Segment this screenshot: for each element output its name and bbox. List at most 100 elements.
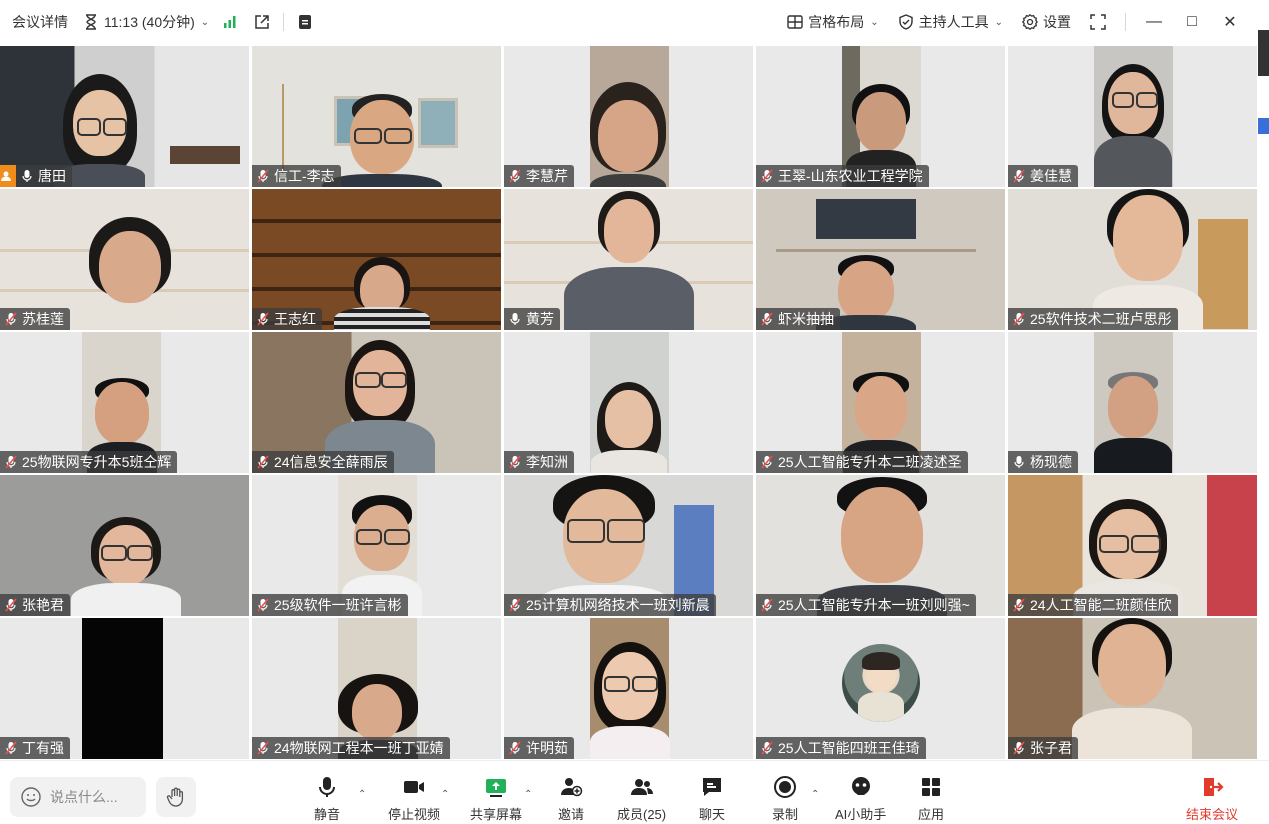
video-tile[interactable]: 24物联网工程本一班丁亚婧 [252,618,501,759]
avatar [842,644,920,722]
video-tile[interactable]: 姜佳慧 [1008,46,1257,187]
signal-strength-icon[interactable] [221,13,239,31]
members-icon [630,779,653,795]
mic-muted-icon [257,312,269,326]
participant-name: 黄芳 [526,311,554,327]
divider [283,13,285,31]
chevron-down-icon: ⌄ [870,16,879,28]
mute-button[interactable]: 静音 [314,775,340,823]
raise-hand-button[interactable] [156,777,196,817]
grid-layout-icon [787,15,803,29]
participant-namebar: 张艳君 [0,594,70,616]
chat-icon [703,778,721,796]
apps-button[interactable]: 应用 [918,775,944,823]
video-grid: 唐田 信工-李志 李慧芹 王翠-山东农业工程学院 姜佳慧 苏桂莲 王志红 黄芳 … [0,46,1258,759]
layout-label: 宫格布局 [808,14,865,30]
mic-muted-icon [509,169,521,183]
host-tools-button[interactable]: 主持人工具 ⌄ [897,12,1003,32]
video-tile[interactable]: 张艳君 [0,475,249,616]
add-user-icon [561,778,583,797]
participant-name: 24人工智能二班颜佳欣 [1030,597,1172,613]
participant-namebar: 张子君 [1008,737,1078,759]
participant-namebar: 杨现德 [1008,451,1078,473]
participant-namebar: 25人工智能四班王佳琦 [756,737,926,759]
chevron-down-icon: ⌄ [200,16,210,28]
video-tile[interactable]: 黄芳 [504,189,753,330]
mic-muted-icon [1013,741,1025,755]
chat-button[interactable]: 聊天 [699,775,725,823]
chevron-up-icon[interactable]: ⌃ [524,789,532,800]
video-tile[interactable]: 张子君 [1008,618,1257,759]
participant-name: 李慧芹 [526,168,568,184]
popout-icon[interactable] [253,13,271,31]
participant-namebar: 25级软件一班许言彬 [252,594,408,616]
participant-name: 24信息安全薛雨辰 [274,454,388,470]
mic-muted-icon [761,455,773,469]
stop-video-button[interactable]: 停止视频 [388,775,440,823]
participant-name: 王志红 [274,311,316,327]
video-tile[interactable]: 25人工智能专升本一班刘则强~ [756,475,1005,616]
video-tile[interactable]: 24信息安全薛雨辰 [252,332,501,473]
meeting-details-button[interactable]: 会议详情 [12,12,68,32]
mic-muted-icon [1013,169,1025,183]
meeting-timer[interactable]: 11:13 (40分钟) ⌄ [82,12,209,32]
notes-icon[interactable] [296,13,314,31]
participant-name: 苏桂莲 [22,311,64,327]
video-tile[interactable]: 25软件技术二班卢思彤 [1008,189,1257,330]
mic-muted-icon [257,741,269,755]
close-button[interactable]: ✕ [1220,12,1240,32]
fullscreen-icon[interactable] [1089,13,1107,31]
share-screen-button[interactable]: 共享屏幕 [470,775,522,823]
participant-name: 25人工智能专升本一班刘则强~ [778,597,970,613]
mic-muted-icon [257,169,269,183]
video-tile[interactable]: 丁有强 [0,618,249,759]
video-tile[interactable]: 24人工智能二班颜佳欣 [1008,475,1257,616]
participant-name: 张子君 [1030,740,1072,756]
settings-button[interactable]: 设置 [1021,12,1071,32]
mic-muted-icon [761,741,773,755]
video-tile[interactable]: 25级软件一班许言彬 [252,475,501,616]
participant-namebar: 24物联网工程本一班丁亚婧 [252,737,450,759]
video-tile[interactable]: 虾米抽抽 [756,189,1005,330]
video-tile[interactable]: 25人工智能专升本二班凌述圣 [756,332,1005,473]
video-tile[interactable]: 李知洲 [504,332,753,473]
video-tile[interactable]: 许明茹 [504,618,753,759]
video-tile[interactable]: 杨现德 [1008,332,1257,473]
participant-namebar: 李知洲 [504,451,574,473]
video-tile[interactable]: 王志红 [252,189,501,330]
invite-button[interactable]: 邀请 [558,775,584,823]
minimize-button[interactable]: — [1144,13,1164,31]
participant-name: 25人工智能专升本二班凌述圣 [778,454,962,470]
chevron-up-icon[interactable]: ⌃ [358,789,366,800]
host-badge-icon [0,165,16,187]
ai-assistant-button[interactable]: AI小助手 [835,775,886,823]
participant-name: 姜佳慧 [1030,168,1072,184]
members-button[interactable]: 成员(25) [617,775,666,823]
chat-quick-input[interactable]: 说点什么... [10,777,146,817]
end-meeting-button[interactable]: 结束会议 [1186,775,1238,823]
video-tile[interactable]: 李慧芹 [504,46,753,187]
maximize-button[interactable]: □ [1182,13,1202,31]
host-tools-label: 主持人工具 [918,14,989,30]
video-tile[interactable]: 信工-李志 [252,46,501,187]
layout-button[interactable]: 宫格布局 ⌄ [786,12,879,32]
chevron-up-icon[interactable]: ⌃ [441,789,449,800]
mic-muted-icon [5,455,17,469]
video-tile[interactable]: 25人工智能四班王佳琦 [756,618,1005,759]
participant-name: 李知洲 [526,454,568,470]
participant-name: 25物联网专升本5班仝辉 [22,454,172,470]
record-button[interactable]: 录制 [772,775,798,823]
settings-label: 设置 [1043,14,1071,30]
participant-namebar: 25物联网专升本5班仝辉 [0,451,178,473]
video-tile[interactable]: 唐田 [0,46,249,187]
mic-muted-icon [5,598,17,612]
video-tile[interactable]: 王翠-山东农业工程学院 [756,46,1005,187]
apps-icon [922,778,940,796]
stop-video-label: 停止视频 [388,807,441,822]
video-tile[interactable]: 苏桂莲 [0,189,249,330]
chevron-up-icon[interactable]: ⌃ [811,789,819,800]
video-tile[interactable]: 25物联网专升本5班仝辉 [0,332,249,473]
members-label: 成员(25) [617,807,667,822]
participant-namebar: 25人工智能专升本二班凌述圣 [756,451,968,473]
video-tile[interactable]: 25计算机网络技术一班刘新晨 [504,475,753,616]
